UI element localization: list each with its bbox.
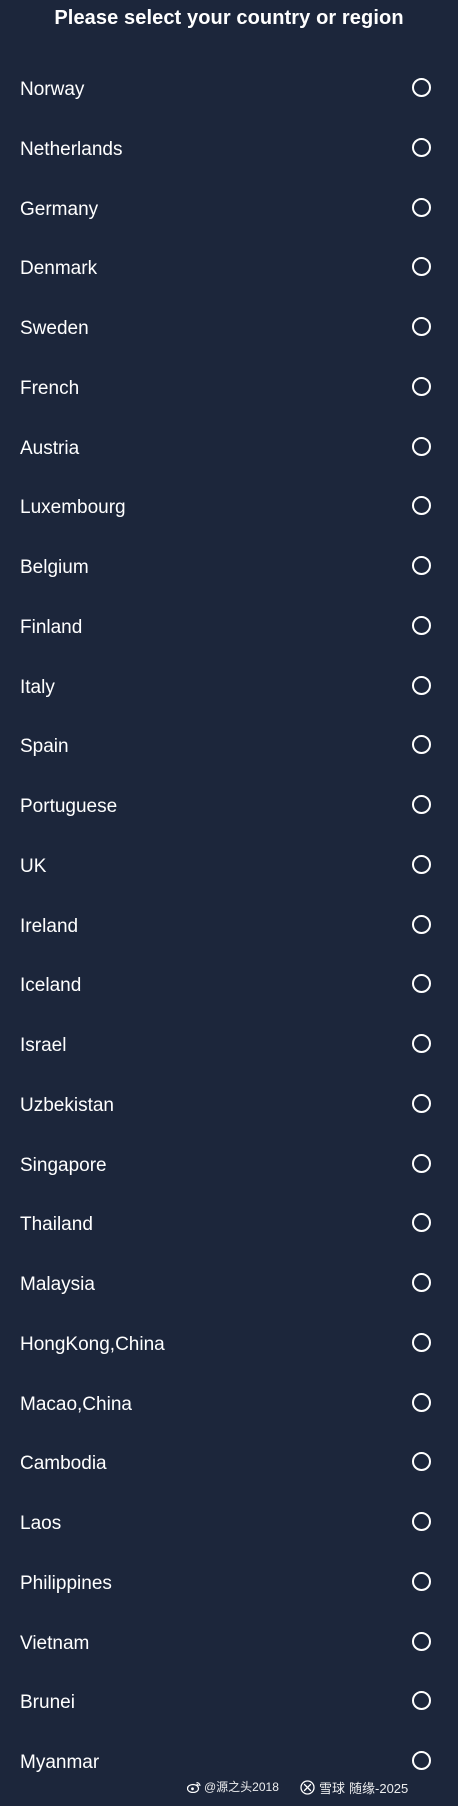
region-label: Belgium (20, 557, 89, 578)
radio-button[interactable] (412, 675, 431, 695)
region-label: Spain (20, 736, 69, 758)
region-label: Norway (20, 79, 85, 100)
radio-button[interactable] (412, 615, 431, 635)
region-option[interactable]: Sweden (0, 300, 458, 360)
radio-button[interactable] (412, 854, 431, 874)
radio-button[interactable] (412, 1273, 431, 1292)
radio-button[interactable] (412, 735, 431, 755)
weibo-icon (187, 1781, 201, 1793)
region-option[interactable]: French (0, 360, 458, 420)
radio-button[interactable] (412, 1751, 431, 1770)
region-option[interactable]: Netherlands (0, 121, 458, 181)
region-label: UK (20, 855, 47, 877)
region-label: Vietnam (20, 1632, 90, 1654)
radio-button[interactable] (412, 1332, 431, 1352)
region-option[interactable]: Norway (0, 61, 458, 121)
region-label: Finland (20, 616, 83, 638)
radio-button[interactable] (412, 1093, 431, 1113)
region-label: Macao,China (20, 1393, 132, 1415)
region-label: Laos (20, 1513, 62, 1534)
region-option[interactable]: Cambodia (0, 1435, 458, 1495)
region-label: Israel (20, 1035, 67, 1056)
xueqiu-watermark: 雪球 随缘-2025 (300, 1778, 408, 1797)
page-title: Please select your country or region (54, 7, 404, 29)
radio-button[interactable] (412, 1034, 431, 1053)
radio-button[interactable] (412, 556, 431, 575)
region-label: Thailand (20, 1214, 93, 1236)
region-option[interactable]: Finland (0, 599, 458, 659)
xueqiu-icon (300, 1780, 315, 1795)
radio-button[interactable] (412, 1153, 431, 1173)
region-label: Italy (20, 676, 55, 698)
region-option[interactable]: Thailand (0, 1196, 458, 1256)
region-label: Sweden (20, 318, 89, 339)
region-label: HongKong,China (20, 1333, 165, 1355)
weibo-watermark: @源之头2018 (187, 1778, 279, 1795)
region-option[interactable]: Malaysia (0, 1256, 458, 1316)
region-option[interactable]: Laos (0, 1495, 458, 1555)
region-label: Brunei (20, 1692, 75, 1714)
radio-button[interactable] (412, 376, 431, 396)
radio-button[interactable] (412, 914, 431, 934)
xueqiu-brand-text: 雪球 (319, 1781, 346, 1796)
region-option[interactable]: Macao,China (0, 1376, 458, 1436)
radio-button[interactable] (412, 137, 431, 157)
radio-button[interactable] (412, 1213, 431, 1233)
radio-button[interactable] (412, 1631, 431, 1651)
region-label: Singapore (20, 1154, 107, 1176)
weibo-watermark-text: @源之头2018 (204, 1780, 279, 1794)
region-label: Uzbekistan (20, 1094, 114, 1116)
radio-button[interactable] (412, 1392, 431, 1412)
region-option[interactable]: Philippines (0, 1555, 458, 1615)
radio-button[interactable] (412, 974, 431, 994)
region-label: Netherlands (20, 138, 123, 160)
region-option[interactable]: Iceland (0, 957, 458, 1017)
region-option[interactable]: Ireland (0, 898, 458, 958)
region-option[interactable]: Denmark (0, 240, 458, 300)
radio-button[interactable] (412, 197, 431, 217)
region-option[interactable]: Luxembourg (0, 479, 458, 539)
region-label: Luxembourg (20, 497, 126, 519)
region-option[interactable]: Brunei (0, 1674, 458, 1734)
region-label: Austria (20, 437, 80, 459)
region-list: Norway Netherlands Germany Denmark Sweden Fre… (0, 61, 458, 1794)
region-option[interactable]: Israel (0, 1017, 458, 1077)
radio-button[interactable] (412, 496, 431, 516)
region-option[interactable]: Singapore (0, 1137, 458, 1197)
region-option[interactable]: UK (0, 838, 458, 898)
region-label: Denmark (20, 258, 98, 280)
region-label: Portuguese (20, 796, 118, 817)
region-option[interactable]: Uzbekistan (0, 1077, 458, 1137)
region-label: Cambodia (20, 1453, 107, 1475)
radio-button[interactable] (412, 436, 431, 456)
radio-button[interactable] (412, 1452, 431, 1472)
region-option[interactable]: Italy (0, 659, 458, 719)
region-option[interactable]: Belgium (0, 539, 458, 599)
region-label: French (20, 377, 80, 399)
region-option[interactable]: Vietnam (0, 1615, 458, 1675)
region-option[interactable]: HongKong,China (0, 1316, 458, 1376)
region-label: Philippines (20, 1572, 112, 1594)
region-label: Germany (20, 198, 99, 220)
region-label: Ireland (20, 915, 79, 937)
region-option[interactable]: Germany (0, 181, 458, 241)
radio-button[interactable] (412, 1571, 431, 1591)
region-label: Iceland (20, 975, 82, 997)
region-option[interactable]: Austria (0, 420, 458, 480)
radio-button[interactable] (412, 1512, 431, 1531)
region-label: Malaysia (20, 1274, 95, 1295)
region-option[interactable]: Spain (0, 718, 458, 778)
radio-button[interactable] (412, 317, 431, 336)
radio-button[interactable] (412, 795, 431, 814)
radio-button[interactable] (412, 78, 431, 97)
header: Please select your country or region (0, 0, 458, 40)
region-option[interactable]: Portuguese (0, 778, 458, 838)
radio-button[interactable] (412, 1691, 431, 1711)
region-label: Myanmar (20, 1752, 100, 1773)
xueqiu-user-text: 随缘-2025 (349, 1781, 409, 1796)
radio-button[interactable] (412, 257, 431, 277)
